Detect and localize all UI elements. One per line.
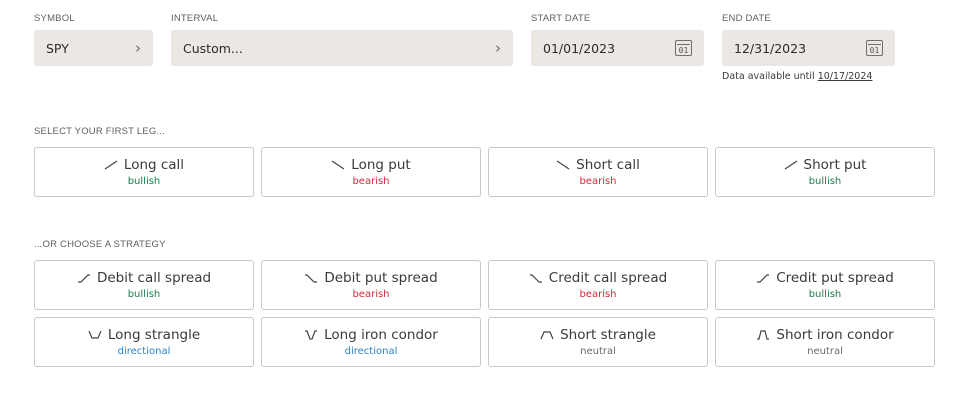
sentiment-label: bullish: [808, 289, 842, 300]
strategy-card-credit-call-spread[interactable]: Credit call spread bearish: [488, 260, 708, 310]
card-title-text: Short iron condor: [776, 327, 894, 343]
first-leg-heading: SELECT YOUR FIRST LEG...: [34, 126, 165, 137]
start-date-label: START DATE: [531, 13, 591, 24]
falling-spread-icon: [304, 273, 318, 283]
card-title-text: Credit put spread: [776, 270, 894, 286]
sentiment-label: bullish: [127, 289, 161, 300]
data-availability-note: Data available until 10/17/2024: [722, 71, 872, 82]
sentiment-label: bullish: [127, 176, 161, 187]
card-title: Long strangle: [88, 327, 200, 343]
card-title: Credit put spread: [756, 270, 894, 286]
card-title-text: Short strangle: [560, 327, 656, 343]
card-title-text: Debit put spread: [324, 270, 438, 286]
sentiment-label: bearish: [352, 176, 390, 187]
card-title: Long put: [331, 157, 411, 173]
symbol-label: SYMBOL: [34, 13, 75, 24]
interval-select[interactable]: Custom... ›: [171, 30, 513, 66]
end-date-label: END DATE: [722, 13, 771, 24]
card-title-text: Short put: [803, 157, 867, 173]
interval-value: Custom...: [183, 40, 243, 56]
rising-spread-icon: [756, 273, 770, 283]
card-title: Short strangle: [540, 327, 656, 343]
symbol-select[interactable]: SPY ›: [34, 30, 153, 66]
sentiment-label: neutral: [580, 346, 616, 357]
calendar-icon[interactable]: 01: [675, 40, 692, 56]
card-title: Long iron condor: [304, 327, 438, 343]
chevron-right-icon: ›: [135, 38, 141, 57]
strategy-card-short-iron-condor[interactable]: Short iron condor neutral: [715, 317, 935, 367]
card-title: Short put: [784, 157, 867, 173]
availability-date-link[interactable]: 10/17/2024: [818, 71, 873, 82]
strategy-card-short-put[interactable]: Short put bullish: [715, 147, 935, 197]
card-title: Short call: [556, 157, 640, 173]
strategy-card-long-iron-condor[interactable]: Long iron condor directional: [261, 317, 481, 367]
sentiment-label: bearish: [579, 176, 617, 187]
card-title-text: Debit call spread: [96, 270, 212, 286]
v-shape-icon: [88, 330, 102, 340]
card-title-text: Long put: [351, 157, 411, 173]
strategy-card-debit-put-spread[interactable]: Debit put spread bearish: [261, 260, 481, 310]
sentiment-label: neutral: [807, 346, 843, 357]
falling-line-icon: [556, 160, 570, 170]
strategy-card-short-call[interactable]: Short call bearish: [488, 147, 708, 197]
interval-label: INTERVAL: [171, 13, 219, 24]
symbol-value: SPY: [46, 40, 69, 56]
card-title: Debit put spread: [304, 270, 438, 286]
rising-line-icon: [784, 160, 798, 170]
calendar-icon[interactable]: 01: [866, 40, 883, 56]
card-title-text: Long strangle: [107, 327, 201, 343]
chevron-right-icon: ›: [495, 38, 501, 57]
card-title-text: Long call: [123, 157, 185, 173]
notched-v-icon: [304, 330, 318, 340]
strategy-card-debit-call-spread[interactable]: Debit call spread bullish: [34, 260, 254, 310]
availability-prefix: Data available until: [722, 71, 815, 82]
end-date-value: 12/31/2023: [734, 40, 807, 56]
start-date-value: 01/01/2023: [543, 40, 616, 56]
strategy-card-long-call[interactable]: Long call bullish: [34, 147, 254, 197]
falling-spread-icon: [529, 273, 543, 283]
inverted-v-icon: [540, 330, 554, 340]
strategy-card-long-put[interactable]: Long put bearish: [261, 147, 481, 197]
rising-spread-icon: [77, 273, 91, 283]
calendar-icon-text: 01: [678, 46, 689, 55]
sentiment-label: bullish: [808, 176, 842, 187]
strategy-card-credit-put-spread[interactable]: Credit put spread bullish: [715, 260, 935, 310]
card-title-text: Short call: [576, 157, 640, 173]
card-title: Long call: [104, 157, 184, 173]
strategy-card-short-strangle[interactable]: Short strangle neutral: [488, 317, 708, 367]
sentiment-label: bearish: [352, 289, 390, 300]
strategy-heading: ...OR CHOOSE A STRATEGY: [34, 239, 166, 250]
start-date-field[interactable]: 01/01/2023 01: [531, 30, 704, 66]
card-title: Short iron condor: [756, 327, 894, 343]
sentiment-label: bearish: [579, 289, 617, 300]
card-title: Credit call spread: [529, 270, 667, 286]
calendar-icon-text: 01: [869, 46, 880, 55]
plateau-icon: [756, 330, 770, 340]
strategy-card-long-strangle[interactable]: Long strangle directional: [34, 317, 254, 367]
sentiment-label: directional: [117, 346, 171, 357]
rising-line-icon: [104, 160, 118, 170]
falling-line-icon: [331, 160, 345, 170]
card-title-text: Credit call spread: [548, 270, 668, 286]
card-title: Debit call spread: [77, 270, 211, 286]
end-date-field[interactable]: 12/31/2023 01: [722, 30, 895, 66]
card-title-text: Long iron condor: [324, 327, 438, 343]
sentiment-label: directional: [344, 346, 398, 357]
